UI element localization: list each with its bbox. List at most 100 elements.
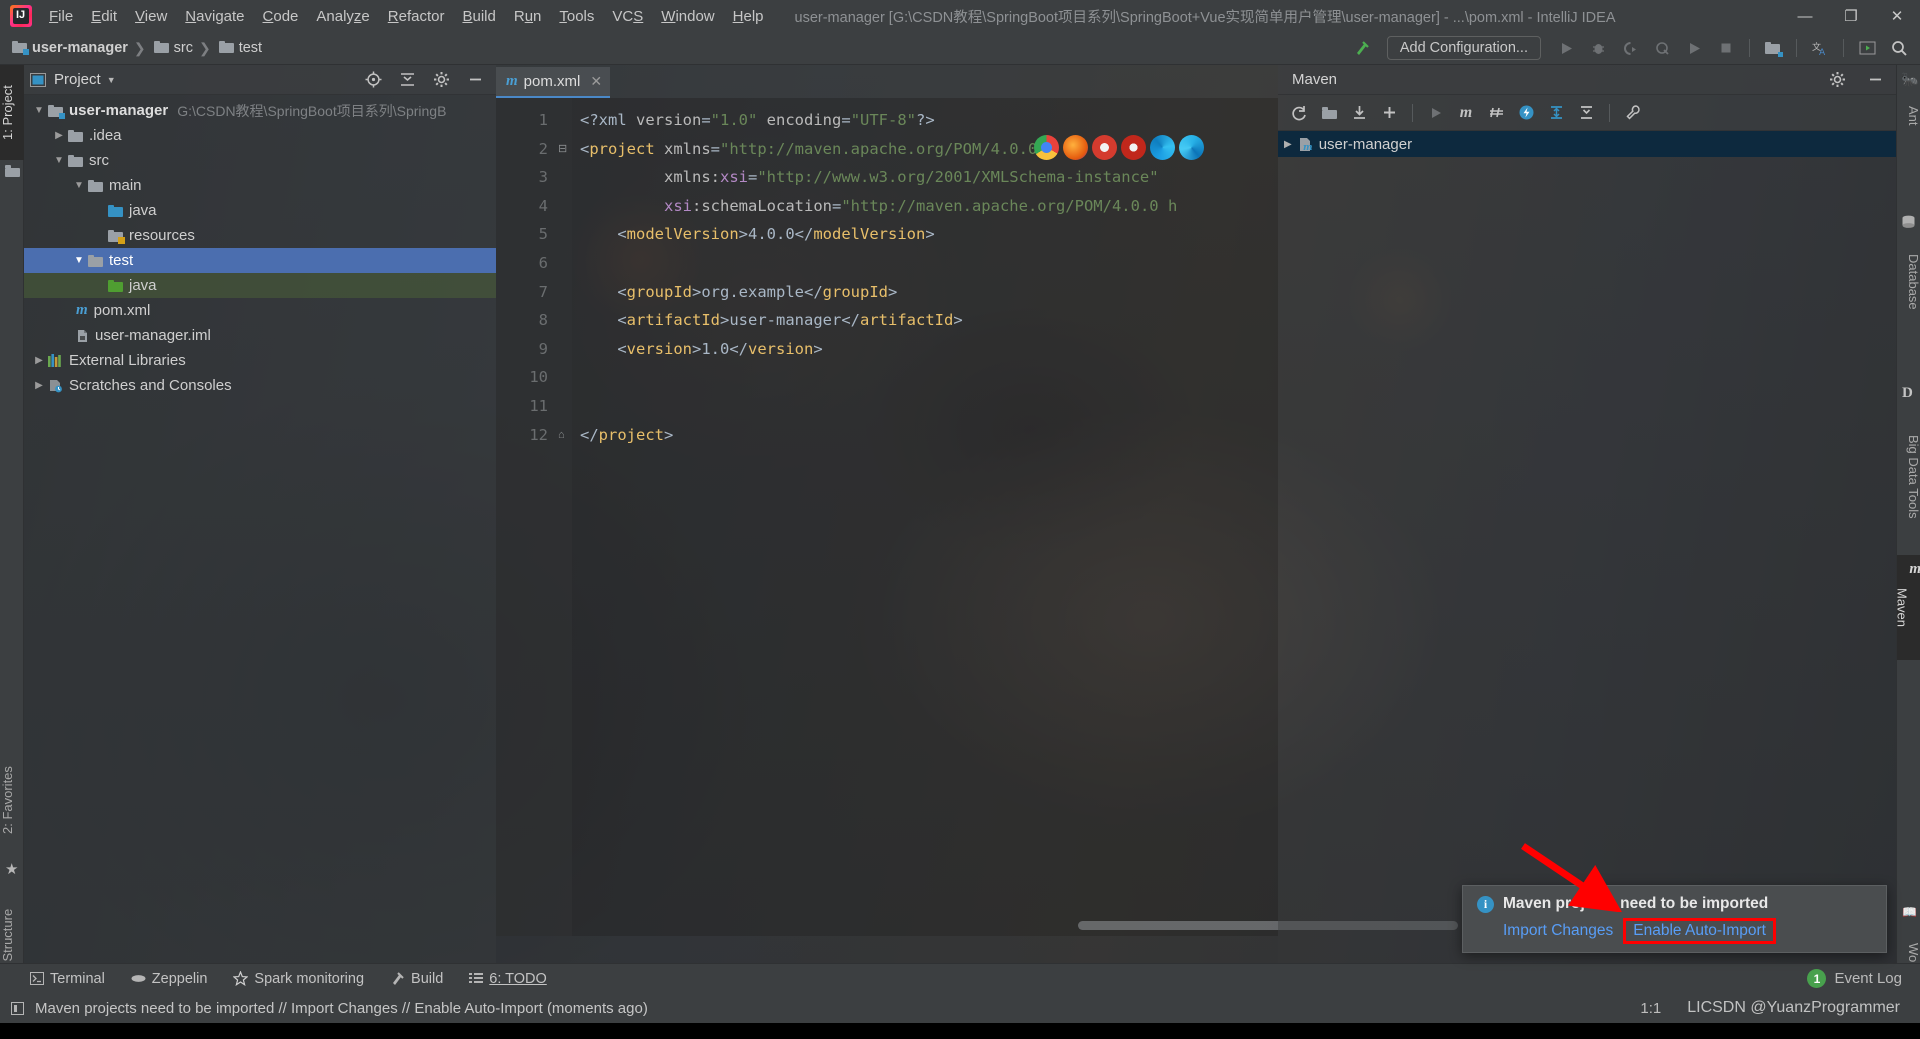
- presentation-icon[interactable]: [1852, 35, 1882, 61]
- menu-file[interactable]: File: [40, 4, 82, 29]
- settings-gear-icon[interactable]: [1822, 67, 1852, 93]
- breadcrumb-item-1[interactable]: src: [174, 40, 193, 56]
- expand-arrow[interactable]: ▶: [1284, 139, 1292, 150]
- tab-pom-xml[interactable]: m pom.xml ✕: [496, 67, 611, 98]
- main-menu[interactable]: File Edit View Navigate Code Analyze Ref…: [40, 4, 773, 29]
- tree-row-resources[interactable]: resources: [24, 223, 496, 248]
- caret-position[interactable]: 1:1: [1640, 1000, 1661, 1017]
- expand-arrow[interactable]: ▶: [50, 130, 68, 141]
- breadcrumb-item-0[interactable]: user-manager: [32, 40, 128, 56]
- sidebar-item-maven[interactable]: m Maven: [1894, 555, 1920, 660]
- event-log-label[interactable]: Event Log: [1834, 970, 1902, 987]
- opera-gx-icon[interactable]: [1121, 135, 1146, 160]
- menu-help[interactable]: Help: [724, 4, 773, 29]
- translate-icon[interactable]: 文A: [1805, 35, 1835, 61]
- settings-gear-icon[interactable]: [426, 67, 456, 93]
- import-changes-link[interactable]: Import Changes: [1503, 922, 1613, 940]
- sidebar-item-big-data-tools[interactable]: Big Data Tools: [1897, 409, 1920, 544]
- sidebar-item-ant[interactable]: Ant: [1897, 93, 1920, 139]
- scroll-from-source-icon[interactable]: [358, 67, 388, 93]
- attach-icon[interactable]: [1679, 35, 1709, 61]
- breadcrumb[interactable]: user-manager ❯ src ❯ test: [6, 40, 262, 57]
- collapse-all-icon[interactable]: [392, 67, 422, 93]
- expand-arrow[interactable]: ▼: [70, 255, 88, 266]
- add-configuration-button[interactable]: Add Configuration...: [1386, 36, 1541, 60]
- sidebar-item-favorites[interactable]: 2: Favorites: [0, 745, 24, 855]
- bottom-item-zeppelin[interactable]: Zeppelin: [131, 971, 207, 987]
- firefox-icon[interactable]: [1063, 135, 1088, 160]
- menu-window[interactable]: Window: [652, 4, 723, 29]
- generate-sources-icon[interactable]: [1316, 100, 1342, 126]
- menu-analyze[interactable]: Analyze: [307, 4, 378, 29]
- collapse-all-icon[interactable]: [1573, 100, 1599, 126]
- debug-icon[interactable]: [1583, 35, 1613, 61]
- minimize-button[interactable]: —: [1782, 0, 1828, 32]
- expand-arrow[interactable]: ▼: [30, 105, 48, 116]
- reimport-icon[interactable]: [1286, 100, 1312, 126]
- execute-maven-goal-icon[interactable]: m: [1453, 100, 1479, 126]
- bottom-item-build[interactable]: Build: [390, 971, 443, 987]
- expand-arrow[interactable]: ▶: [30, 380, 48, 391]
- tree-row-idea[interactable]: ▶ .idea: [24, 123, 496, 148]
- toggle-offline-icon[interactable]: [1513, 100, 1539, 126]
- tree-row-test[interactable]: ▼ test: [24, 248, 496, 273]
- status-message[interactable]: Maven projects need to be imported // Im…: [35, 1000, 648, 1017]
- tree-row-main-java[interactable]: java: [24, 198, 496, 223]
- menu-refactor[interactable]: Refactor: [379, 4, 454, 29]
- maven-project-row[interactable]: ▶ m user-manager: [1278, 131, 1896, 157]
- project-structure-icon[interactable]: [1758, 35, 1788, 61]
- menu-edit[interactable]: Edit: [82, 4, 126, 29]
- expand-all-icon[interactable]: [1543, 100, 1569, 126]
- sidebar-item-project[interactable]: 1: Project: [0, 65, 24, 160]
- chevron-down-icon[interactable]: ▼: [107, 75, 116, 85]
- opera-icon[interactable]: [1092, 135, 1117, 160]
- menu-view[interactable]: View: [126, 4, 176, 29]
- menu-tools[interactable]: Tools: [550, 4, 603, 29]
- run-icon[interactable]: [1551, 35, 1581, 61]
- menu-navigate[interactable]: Navigate: [176, 4, 253, 29]
- bottom-item-spark-monitoring[interactable]: Spark monitoring: [233, 971, 364, 987]
- maven-settings-wrench-icon[interactable]: [1620, 100, 1646, 126]
- code-content[interactable]: <?xml version="1.0" encoding="UTF-8"?> <…: [572, 98, 1278, 936]
- code-folding-gutter[interactable]: ⊟ ⌂: [558, 98, 572, 936]
- build-hammer-icon[interactable]: [1347, 35, 1377, 61]
- tree-row-external-libraries[interactable]: ▶ External Libraries: [24, 348, 496, 373]
- ie-icon[interactable]: [1179, 135, 1204, 160]
- project-tree[interactable]: ▼ user-manager G:\CSDN教程\SpringBoot项目系列\…: [24, 95, 496, 398]
- run-with-coverage-icon[interactable]: [1615, 35, 1645, 61]
- tree-row-scratches[interactable]: ▶ Scratches and Consoles: [24, 373, 496, 398]
- code-editor[interactable]: 1 2 3 4 5 6 7 8 9 10 11 12 ⊟ ⌂ <?xml vers…: [496, 98, 1458, 936]
- expand-arrow[interactable]: ▼: [70, 180, 88, 191]
- menu-code[interactable]: Code: [254, 4, 308, 29]
- profiler-icon[interactable]: [1647, 35, 1677, 61]
- tree-row-iml[interactable]: user-manager.iml: [24, 323, 496, 348]
- run-maven-goal-icon[interactable]: [1423, 100, 1449, 126]
- menu-vcs[interactable]: VCS: [603, 4, 652, 29]
- sidebar-item-database[interactable]: Database: [1897, 237, 1920, 327]
- chrome-icon[interactable]: [1034, 135, 1059, 160]
- menu-run[interactable]: Run: [505, 4, 551, 29]
- add-maven-project-icon[interactable]: [1376, 100, 1402, 126]
- browser-launch-icons[interactable]: [1034, 135, 1204, 160]
- toggle-skip-tests-icon[interactable]: [1483, 100, 1509, 126]
- expand-arrow[interactable]: ▼: [50, 155, 68, 166]
- tree-row-src[interactable]: ▼ src: [24, 148, 496, 173]
- window-controls[interactable]: — ❐ ✕: [1782, 0, 1920, 32]
- hide-panel-icon[interactable]: [1860, 67, 1890, 93]
- bottom-item-terminal[interactable]: Terminal: [30, 971, 105, 987]
- close-icon[interactable]: ✕: [590, 73, 602, 90]
- tree-row-pom-xml[interactable]: m pom.xml: [24, 298, 496, 323]
- close-button[interactable]: ✕: [1874, 0, 1920, 32]
- enable-auto-import-link[interactable]: Enable Auto-Import: [1623, 918, 1776, 944]
- menu-build[interactable]: Build: [453, 4, 504, 29]
- hide-panel-icon[interactable]: [460, 67, 490, 93]
- stop-icon[interactable]: [1711, 35, 1741, 61]
- tree-row-test-java[interactable]: java: [24, 273, 496, 298]
- tree-row-user-manager[interactable]: ▼ user-manager G:\CSDN教程\SpringBoot项目系列\…: [24, 98, 496, 123]
- expand-arrow[interactable]: ▶: [30, 355, 48, 366]
- search-icon[interactable]: [1884, 35, 1914, 61]
- edge-icon[interactable]: [1150, 135, 1175, 160]
- download-sources-icon[interactable]: [1346, 100, 1372, 126]
- tree-row-main[interactable]: ▼ main: [24, 173, 496, 198]
- maximize-button[interactable]: ❐: [1828, 0, 1874, 32]
